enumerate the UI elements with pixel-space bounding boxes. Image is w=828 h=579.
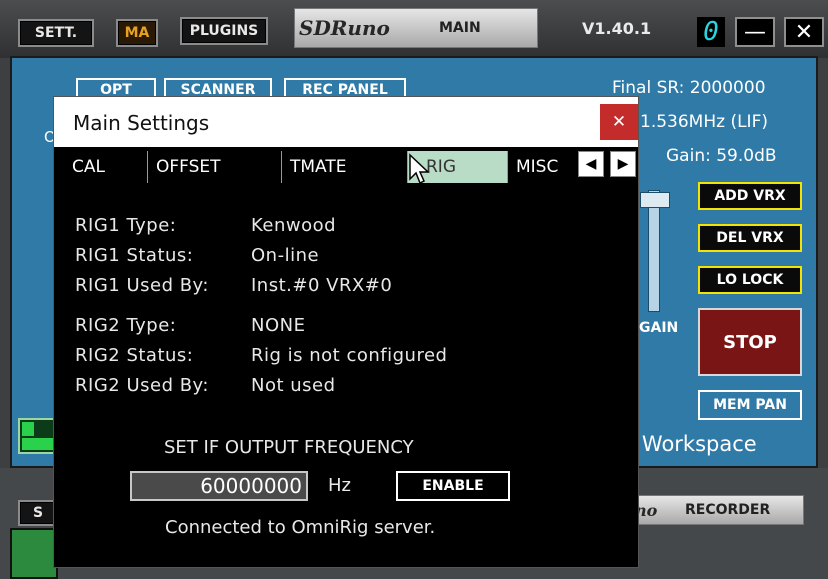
rig1-status-value: On-line (251, 245, 320, 266)
rig1-type-value: Kenwood (251, 215, 337, 236)
dialog-close-button[interactable]: ✕ (600, 104, 638, 140)
rig2-type-row: RIG2 Type: NONE (75, 315, 305, 336)
minimize-button[interactable]: — (735, 17, 775, 47)
rig1-status-label: RIG1 Status: (75, 245, 194, 266)
instance-digit-display: 0 (697, 17, 725, 47)
rig2-status-value: Rig is not configured (251, 345, 448, 366)
rig2-status-label: RIG2 Status: (75, 345, 194, 366)
rig1-used-value: Inst.#0 VRX#0 (251, 275, 393, 296)
settings-button[interactable]: SETT. (18, 19, 94, 47)
hz-unit-label: Hz (328, 475, 351, 496)
gain-slider-label: GAIN (639, 320, 679, 336)
tab-strip: CAL OFFSET TMATE RIG MISC ◀ ▶ (54, 147, 638, 185)
dialog-title: Main Settings (73, 111, 210, 135)
rig2-used-label: RIG2 Used By: (75, 375, 209, 396)
arrow-left-icon: ◀ (585, 156, 597, 172)
rig1-type-label: RIG1 Type: (75, 215, 177, 236)
recorder-panel[interactable]: no RECORDER (620, 495, 804, 525)
level-meter-bar-bottom (22, 438, 54, 450)
lo-lock-button[interactable]: LO LOCK (698, 266, 802, 294)
close-icon: ✕ (611, 112, 627, 132)
close-icon: ✕ (794, 19, 814, 45)
rig1-type-row: RIG1 Type: Kenwood (75, 215, 336, 236)
omnirig-status-message: Connected to OmniRig server. (165, 517, 436, 538)
minimize-icon: — (744, 19, 766, 45)
rig1-used-label: RIG1 Used By: (75, 275, 209, 296)
partial-s-button[interactable]: S (18, 500, 58, 526)
rig2-used-row: RIG2 Used By: Not used (75, 375, 336, 396)
add-vrx-button[interactable]: ADD VRX (698, 182, 802, 210)
set-if-output-frequency-label: SET IF OUTPUT FREQUENCY (164, 437, 414, 458)
rig2-type-value: NONE (251, 315, 306, 336)
final-sr-readout: Final SR: 2000000 (612, 78, 766, 98)
gain-readout: Gain: 59.0dB (666, 146, 777, 166)
tab-scroll-left-button[interactable]: ◀ (578, 151, 604, 177)
sdruno-logo: SDRuno (299, 16, 390, 40)
ma-button[interactable]: MA (116, 19, 158, 47)
rig2-used-value: Not used (251, 375, 336, 396)
if-frequency-input[interactable]: 60000000 (130, 471, 308, 501)
main-settings-dialog: Main Settings ✕ CAL OFFSET TMATE RIG MIS… (53, 96, 639, 568)
tab-tmate[interactable]: TMATE (282, 151, 408, 183)
mouse-cursor-icon (409, 153, 430, 185)
tab-misc[interactable]: MISC (508, 151, 578, 183)
gain-slider-handle[interactable] (640, 192, 670, 208)
stop-button[interactable]: STOP (698, 308, 802, 376)
gain-slider-track[interactable] (648, 190, 660, 312)
tab-offset[interactable]: OFFSET (148, 151, 282, 183)
recorder-label: RECORDER (685, 502, 771, 518)
plugins-button[interactable]: PLUGINS (180, 17, 268, 45)
level-meter (18, 418, 58, 454)
tab-scroll-right-button[interactable]: ▶ (610, 151, 636, 177)
main-window-label: MAIN (439, 20, 481, 36)
rig2-status-row: RIG2 Status: Rig is not configured (75, 345, 447, 366)
top-toolbar: SETT. MA PLUGINS SDRuno MAIN V1.40.1 0 —… (0, 0, 828, 58)
rig2-type-label: RIG2 Type: (75, 315, 177, 336)
version-label: V1.40.1 (582, 19, 652, 38)
rig1-status-row: RIG1 Status: On-line (75, 245, 319, 266)
tab-cal[interactable]: CAL (54, 151, 148, 183)
del-vrx-button[interactable]: DEL VRX (698, 224, 802, 252)
close-button[interactable]: ✕ (784, 17, 824, 47)
lif-readout: 1.536MHz (LIF) (640, 112, 768, 132)
level-meter-bar-top (22, 422, 34, 436)
green-tile (10, 528, 58, 579)
main-logo-panel: SDRuno MAIN (294, 8, 538, 48)
dialog-titlebar[interactable]: Main Settings ✕ (54, 97, 638, 147)
mem-pan-button[interactable]: MEM PAN (698, 390, 802, 420)
enable-button[interactable]: ENABLE (396, 471, 510, 501)
rig1-used-row: RIG1 Used By: Inst.#0 VRX#0 (75, 275, 392, 296)
arrow-right-icon: ▶ (617, 156, 629, 172)
workspace-label: t Workspace (627, 432, 757, 456)
